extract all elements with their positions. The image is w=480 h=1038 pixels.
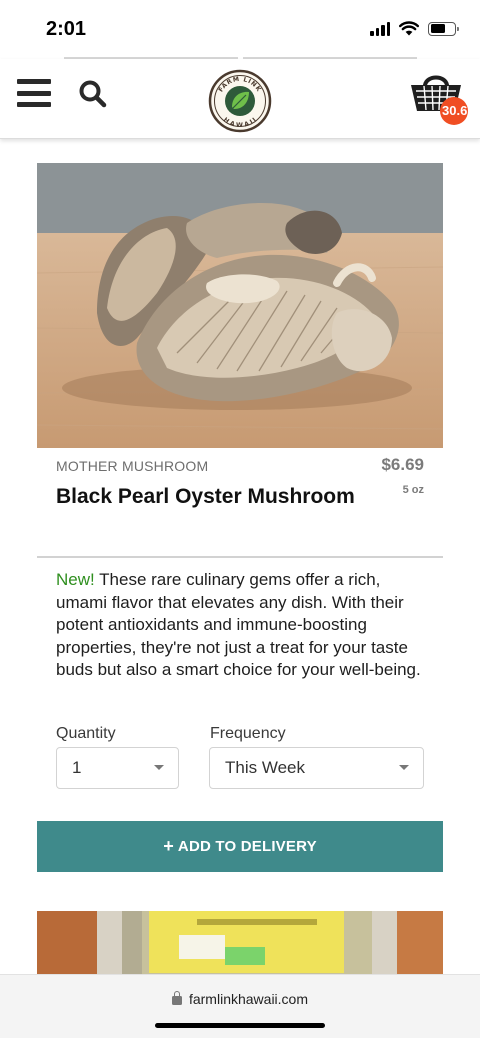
farm-link-hawaii-logo[interactable]: FARM LINK HAWAII <box>208 69 272 133</box>
quantity-select[interactable]: 1 <box>56 747 179 789</box>
cart-count-badge[interactable]: 30.6 <box>440 97 468 125</box>
product-image[interactable] <box>37 163 443 448</box>
frequency-label: Frequency <box>210 725 286 742</box>
status-icons <box>370 21 459 36</box>
description-text: These rare culinary gems offer a rich, u… <box>56 570 421 679</box>
browser-address-bar[interactable]: farmlinkhawaii.com <box>0 974 480 1038</box>
battery-icon <box>428 21 459 36</box>
hamburger-menu-icon[interactable] <box>17 79 51 107</box>
product-description: New! These rare culinary gems offer a ri… <box>56 569 426 682</box>
wifi-icon <box>399 21 419 36</box>
status-bar: 2:01 <box>0 0 480 58</box>
url-text: farmlinkhawaii.com <box>188 991 309 1007</box>
product-brand: MOTHER MUSHROOM <box>56 458 209 474</box>
add-to-delivery-button[interactable]: + ADD TO DELIVERY <box>37 821 443 872</box>
product-title[interactable]: Black Pearl Oyster Mushroom <box>56 485 356 509</box>
new-label: New! <box>56 570 95 589</box>
product-price: $6.69 <box>381 455 424 474</box>
quantity-value: 1 <box>72 758 82 777</box>
quantity-label: Quantity <box>56 725 116 742</box>
status-time: 2:01 <box>46 18 87 40</box>
plus-icon: + <box>163 836 174 856</box>
next-product-image[interactable] <box>37 911 443 981</box>
site-header: FARM LINK HAWAII <box>0 59 480 139</box>
divider <box>37 556 443 558</box>
cellular-signal-icon <box>370 21 390 36</box>
frequency-select[interactable]: This Week <box>209 747 424 789</box>
product-size: 5 oz <box>402 484 424 496</box>
chevron-down-icon <box>399 765 409 770</box>
frequency-value: This Week <box>225 758 305 777</box>
add-to-delivery-label: ADD TO DELIVERY <box>177 838 317 855</box>
url-display[interactable]: farmlinkhawaii.com <box>0 991 480 1007</box>
home-indicator[interactable] <box>155 1023 325 1028</box>
lock-icon <box>171 991 182 1005</box>
chevron-down-icon <box>154 765 164 770</box>
search-icon[interactable] <box>78 79 108 109</box>
